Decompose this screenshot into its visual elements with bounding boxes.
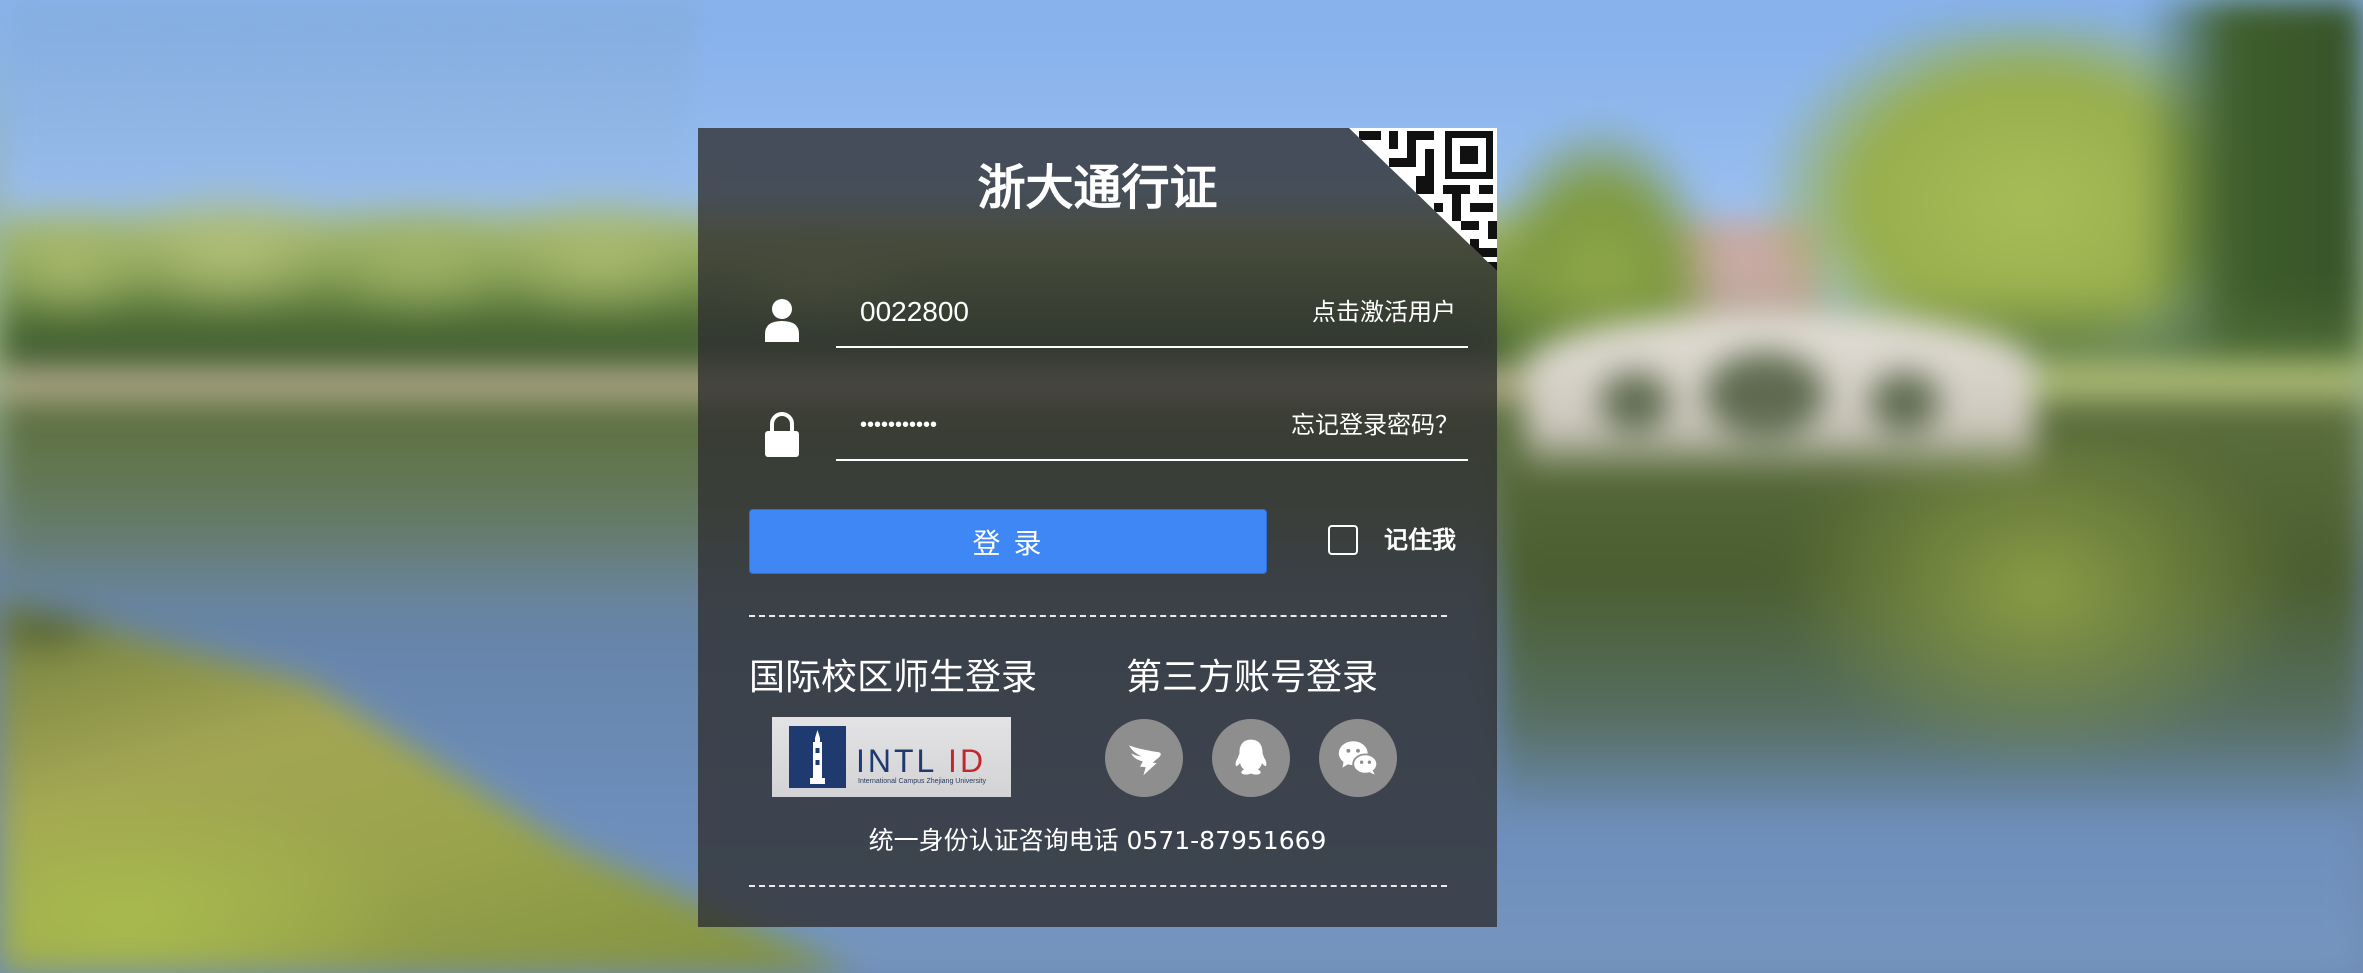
divider-bottom: [749, 885, 1447, 887]
user-icon: [764, 298, 800, 342]
intl-id-login-button[interactable]: INTL ID International Campus Zhejiang Un…: [772, 717, 1011, 797]
third-party-heading: 第三方账号登录: [1126, 657, 1379, 698]
divider-top: [749, 615, 1447, 617]
password-field: 忘记登录密码？: [836, 401, 1468, 461]
activate-user-link[interactable]: 点击激活用户: [1312, 288, 1456, 336]
login-button[interactable]: 登 录: [749, 509, 1267, 574]
login-panel: 浙大通行证 点击激活用户 忘记登录密码？ 登 录 记住我: [698, 128, 1497, 927]
intl-word: INTL: [856, 743, 937, 779]
password-input[interactable]: [836, 401, 1280, 449]
background-willow-branches: [0, 0, 700, 270]
background-bridge-arch: [1705, 352, 1825, 437]
qq-icon: [1235, 739, 1267, 775]
id-word: ID: [948, 743, 987, 779]
background-grass-highlight: [0, 780, 420, 973]
background-bridge-reflection: [1525, 437, 2035, 477]
intl-tagline: International Campus Zhejiang University: [858, 778, 987, 785]
login-page: 浙大通行证 点击激活用户 忘记登录密码？ 登 录 记住我: [0, 0, 2363, 973]
dingtalk-login-button[interactable]: [1105, 719, 1183, 797]
lock-icon: [762, 410, 802, 458]
user-icon-graphic: [765, 299, 799, 342]
qq-login-button[interactable]: [1212, 719, 1290, 797]
background-moss: [0, 605, 110, 655]
wechat-icon: [1338, 741, 1379, 775]
lock-icon-graphic: [765, 412, 799, 457]
intl-id-wordmark: INTL ID: [856, 743, 986, 779]
intl-tower-logo: [789, 726, 846, 788]
background-bridge-arch: [1600, 372, 1670, 432]
dingtalk-icon: [1129, 745, 1161, 776]
tower-icon: [810, 730, 825, 784]
remember-me-checkbox[interactable]: [1328, 525, 1358, 555]
support-hotline: 统一身份认证咨询电话 0571-87951669: [868, 826, 1327, 855]
username-input[interactable]: [836, 288, 1280, 336]
background-bridge-arch: [1870, 372, 1940, 432]
background-canopy-reflection: [1780, 440, 2300, 770]
page-title: 浙大通行证: [977, 160, 1218, 216]
forgot-password-link[interactable]: 忘记登录密码？: [1291, 401, 1459, 449]
remember-me-label[interactable]: 记住我: [1384, 525, 1456, 555]
wechat-login-button[interactable]: [1319, 719, 1397, 797]
background-bridge: [1525, 312, 2035, 437]
intl-campus-heading: 国际校区师生登录: [749, 657, 1038, 698]
username-field: 点击激活用户: [836, 288, 1468, 348]
